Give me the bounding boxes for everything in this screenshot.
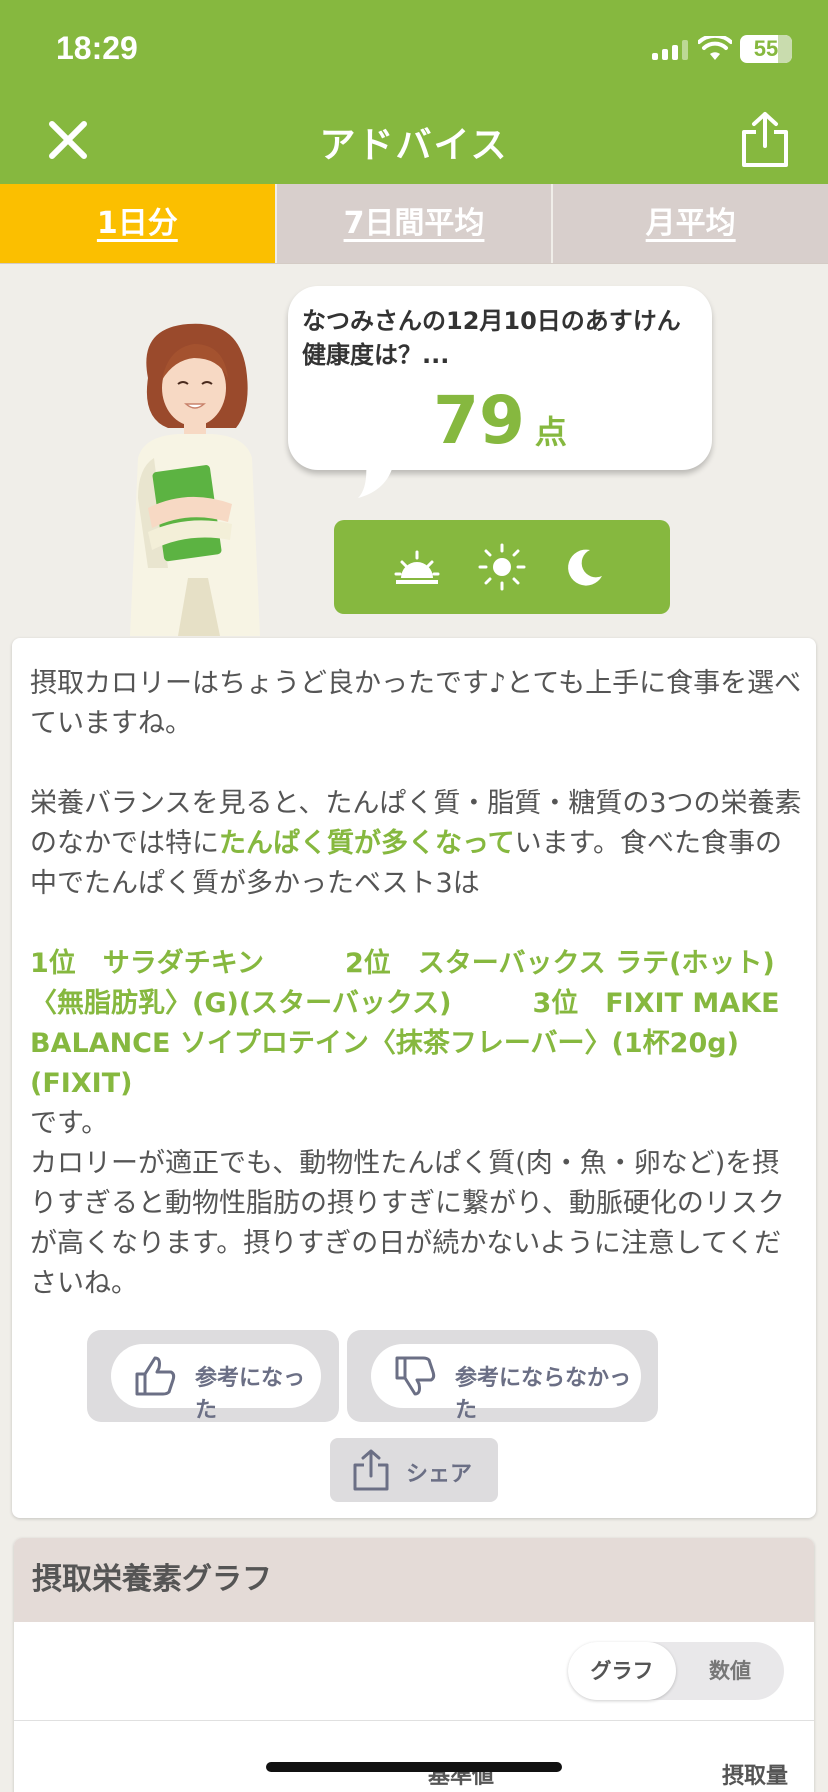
- period-tabs: 1日分 7日間平均 月平均: [0, 184, 828, 264]
- bubble-tail: [358, 462, 394, 498]
- signal-icon: [652, 40, 688, 60]
- tab-7day-average[interactable]: 7日間平均: [274, 184, 552, 263]
- health-score: 79 点: [288, 382, 712, 459]
- share-icon: [353, 1449, 389, 1491]
- helpful-button-container: 参考になった: [87, 1330, 339, 1423]
- sun-icon[interactable]: [477, 542, 527, 592]
- status-time: 18:29: [56, 30, 138, 66]
- advice-paragraph-balance: 栄養バランスを見ると、たんぱく質・脂質・糖質の3つの栄養素のなかでは特にたんぱく…: [30, 784, 802, 904]
- column-intake: 摂取量: [722, 1764, 789, 1789]
- advice-paragraph-calorie: 摂取カロリーはちょうど良かったです♪とても上手に食事を選べていますね。: [30, 668, 802, 739]
- helpful-button[interactable]: 参考になった: [111, 1344, 321, 1423]
- thumbs-down-icon: [395, 1356, 436, 1396]
- score-unit: 点: [534, 413, 567, 451]
- graph-title: 摂取栄養素グラフ: [14, 1538, 814, 1622]
- advice-paragraph-warning: カロリーが適正でも、動物性たんぱく質(肉・魚・卵など)を摂りすぎると動物性脂肪の…: [30, 1148, 785, 1299]
- toggle-graph[interactable]: グラフ: [568, 1642, 676, 1700]
- not-helpful-button[interactable]: 参考にならなかった: [371, 1344, 641, 1423]
- wifi-icon: [698, 36, 732, 60]
- home-indicator: [266, 1762, 562, 1772]
- moon-icon[interactable]: [560, 542, 610, 592]
- not-helpful-label: 参考にならなかった: [455, 1366, 632, 1423]
- toggle-values[interactable]: 数値: [676, 1642, 784, 1700]
- advice-highlight: たんぱく質が多くなって: [219, 828, 515, 859]
- advice-text: 摂取カロリーはちょうど良かったです♪とても上手に食事を選べていますね。 栄養バラ…: [30, 664, 802, 1304]
- not-helpful-button-container: 参考にならなかった: [347, 1330, 658, 1423]
- thumbs-up-icon: [135, 1356, 176, 1396]
- graph-view-toggle[interactable]: グラフ 数値: [568, 1642, 784, 1700]
- helpful-label: 参考になった: [195, 1366, 306, 1423]
- tab-1day[interactable]: 1日分: [0, 184, 275, 263]
- share-button[interactable]: シェア: [330, 1438, 498, 1502]
- score-value: 79: [433, 382, 525, 459]
- divider: [14, 1720, 814, 1721]
- share-icon[interactable]: [740, 110, 790, 168]
- battery-icon: 55: [740, 35, 792, 63]
- advice-desu: です。: [30, 1108, 109, 1139]
- advice-card: 摂取カロリーはちょうど良かったです♪とても上手に食事を選べていますね。 栄養バラ…: [12, 638, 816, 1518]
- score-speech-bubble: なつみさんの12月10日のあすけん健康度は？... 79 点: [288, 286, 712, 470]
- advisor-character-illustration: [130, 323, 260, 636]
- meal-time-selector: [334, 520, 670, 614]
- page-title: アドバイス: [319, 125, 509, 166]
- status-bar: 18:29 55: [0, 0, 828, 96]
- sunrise-icon[interactable]: [392, 542, 442, 592]
- share-label: シェア: [406, 1462, 473, 1487]
- best3-list: 1位 サラダチキン 2位 スターバックス ラテ(ホット)〈無脂肪乳〉(G)(スタ…: [30, 948, 780, 1099]
- battery-level: 55: [753, 36, 779, 61]
- nutrient-graph-card: 摂取栄養素グラフ グラフ 数値 基準値 摂取量: [14, 1538, 814, 1792]
- tab-monthly-average[interactable]: 月平均: [551, 184, 828, 263]
- nav-bar: アドバイス: [0, 96, 828, 184]
- bubble-message: なつみさんの12月10日のあすけん健康度は？...: [302, 307, 681, 369]
